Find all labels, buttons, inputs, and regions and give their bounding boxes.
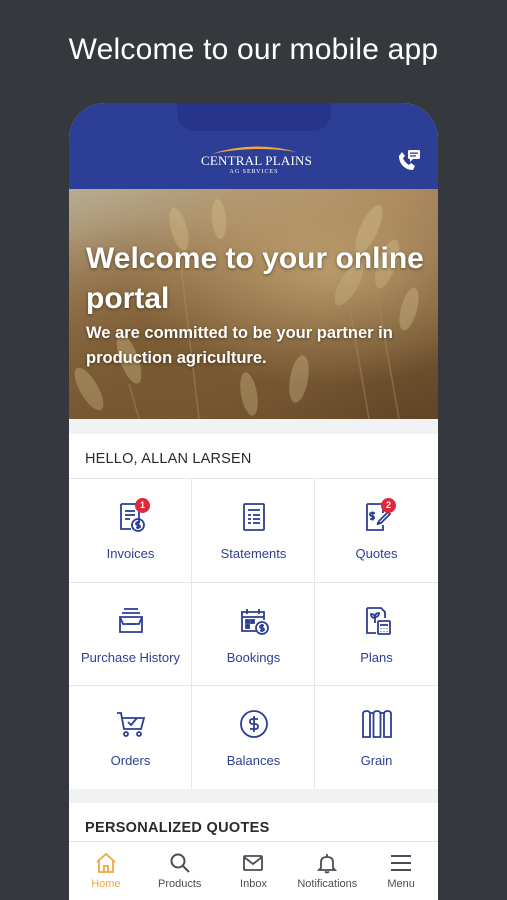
- tab-menu[interactable]: Menu: [364, 842, 438, 900]
- tile-label: Grain: [360, 753, 393, 768]
- dashboard-card: HELLO, ALLAN LARSEN 1 Invoices Statement…: [69, 434, 438, 789]
- bottom-tab-bar: Home Products Inbox Notifications Menu: [69, 841, 438, 900]
- logo-sub-text: AG SERVICES: [229, 169, 279, 175]
- home-icon: [96, 852, 116, 873]
- tab-label: Home: [91, 878, 121, 890]
- balance-icon: [240, 710, 268, 738]
- tile-bookings[interactable]: Bookings: [192, 582, 315, 685]
- tab-label: Notifications: [297, 878, 358, 890]
- tab-inbox[interactable]: Inbox: [217, 842, 291, 900]
- cart-icon: [117, 712, 146, 737]
- quotes-badge: 2: [381, 498, 396, 513]
- tab-home[interactable]: Home: [69, 842, 143, 900]
- user-greeting: HELLO, ALLAN LARSEN: [85, 451, 252, 467]
- tab-label: Menu: [387, 878, 415, 890]
- tile-label: Plans: [360, 650, 393, 665]
- hero-subtitle: We are committed to be your partner in p…: [86, 324, 393, 367]
- tile-label: Orders: [110, 753, 151, 768]
- tile-quotes[interactable]: 2 Quotes: [315, 478, 438, 582]
- purchase-history-icon: [119, 608, 143, 633]
- section-title: PERSONALIZED QUOTES: [85, 820, 270, 836]
- phone-message-icon[interactable]: [395, 147, 423, 173]
- tile-label: Bookings: [226, 650, 281, 665]
- tab-products[interactable]: Products: [143, 842, 217, 900]
- tile-label: Balances: [226, 753, 281, 768]
- hero-title: Welcome to your online portal: [86, 242, 424, 315]
- app-header: CENTRAL PLAINS AG SERVICES: [69, 103, 438, 189]
- tile-orders[interactable]: Orders: [69, 685, 192, 789]
- tab-label: Inbox: [240, 878, 267, 890]
- tab-label: Products: [157, 878, 202, 890]
- grain-bin-icon: [362, 710, 392, 738]
- logo-main-text: CENTRAL PLAINS: [201, 153, 313, 168]
- tile-label: Invoices: [106, 546, 155, 561]
- promo-title: Welcome to our mobile app: [68, 33, 439, 66]
- invoices-badge: 1: [135, 498, 150, 513]
- tile-label: Purchase History: [81, 650, 180, 665]
- tile-label: Quotes: [355, 546, 398, 561]
- hero-banner: Welcome to your online portal We are com…: [69, 189, 438, 419]
- phone-notch: [177, 103, 331, 131]
- tile-label: Statements: [220, 546, 287, 561]
- tile-plans[interactable]: Plans: [315, 582, 438, 685]
- tile-invoices[interactable]: 1 Invoices: [69, 478, 192, 582]
- plans-icon: [366, 607, 391, 635]
- search-icon: [170, 853, 190, 873]
- hamburger-icon: [391, 855, 412, 871]
- tab-notifications[interactable]: Notifications: [290, 842, 364, 900]
- statement-icon: [243, 503, 265, 531]
- tile-grain[interactable]: Grain: [315, 685, 438, 789]
- tile-purchase-history[interactable]: Purchase History: [69, 582, 192, 685]
- shortcut-grid: 1 Invoices Statements 2 Quotes Purchase …: [69, 478, 438, 789]
- tile-statements[interactable]: Statements: [192, 478, 315, 582]
- phone-screen: CENTRAL PLAINS AG SERVICES Welcome to yo…: [69, 103, 438, 900]
- mail-icon: [243, 855, 264, 871]
- bookings-icon: [241, 609, 269, 635]
- company-logo[interactable]: CENTRAL PLAINS AG SERVICES: [201, 143, 313, 179]
- tile-balances[interactable]: Balances: [192, 685, 315, 789]
- bell-icon: [317, 854, 338, 874]
